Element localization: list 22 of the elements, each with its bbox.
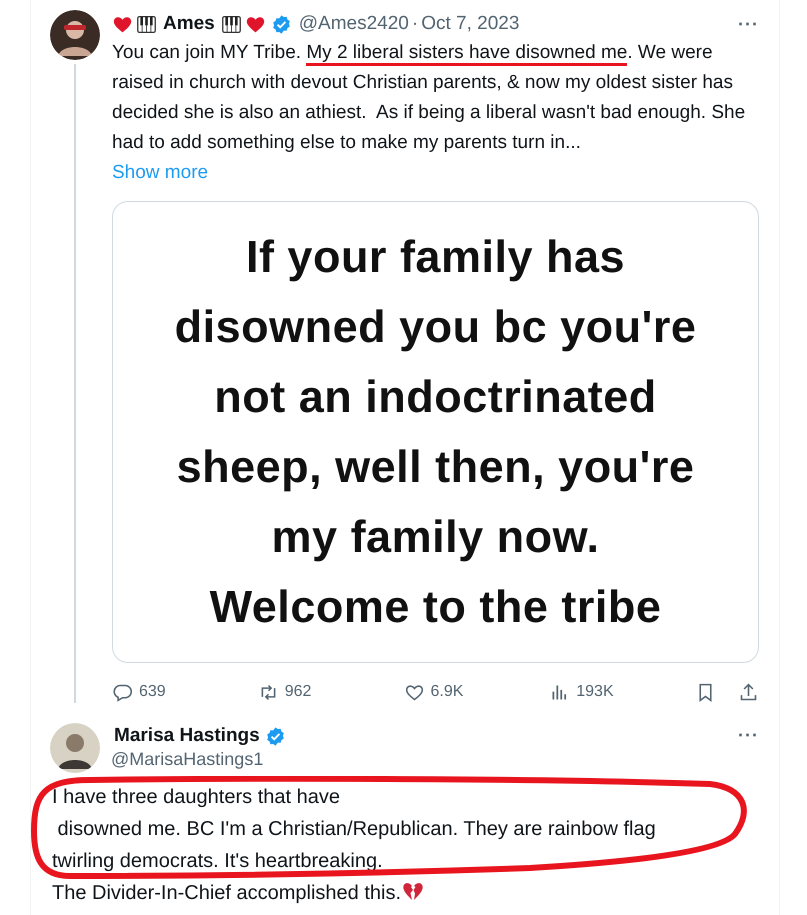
user-name[interactable]: Marisa Hastings — [114, 725, 260, 747]
stat-count: 193K — [576, 683, 614, 701]
speech-bubble-icon[interactable] — [112, 682, 133, 702]
stat-count: 6.9K — [430, 683, 464, 701]
share-icon[interactable] — [738, 682, 759, 702]
stat-count: 639 — [139, 683, 166, 701]
user-handle[interactable]: @MarisaHastings1 — [111, 749, 286, 770]
image-text: If your family has disowned you bc you're not an indoctrinated sheep, well then, you're my family now. Welcome to the tribe — [174, 230, 696, 634]
piano-icon — [220, 14, 242, 34]
reply-text: I have three daughters that have disowned me. BC I'm a Christian/Republican. They are rainbow flag twirling democrats. It's heartbreaking. The Divider-In-Chief accomplished this. — [52, 785, 657, 906]
image-card[interactable]: If your family has disowned you bc you're not an indoctrinated sheep, well then, you're my family now. Welcome to the tribe — [112, 201, 759, 663]
post-text: You can join MY Tribe. My 2 liberal sisters have disowned me. We were raised in church with devout Christian parents, & now my oldest sister has decided she is also an athiest. As if being a liberal wasn't bad enough. She had to add something else to make my parents turn in... — [112, 41, 746, 155]
user-handle[interactable]: @Ames2420 — [298, 13, 409, 35]
post-date[interactable]: Oct 7, 2023 — [421, 13, 520, 35]
stat-count: 962 — [284, 683, 312, 701]
piano-icon — [136, 14, 157, 34]
more-options-button[interactable]: ··· — [738, 725, 759, 746]
separator-dot: · — [412, 13, 418, 35]
avatar[interactable] — [50, 10, 100, 60]
more-options-button[interactable]: ··· — [738, 14, 759, 34]
avatar[interactable] — [50, 723, 100, 773]
user-name[interactable]: Ames — [163, 13, 215, 35]
